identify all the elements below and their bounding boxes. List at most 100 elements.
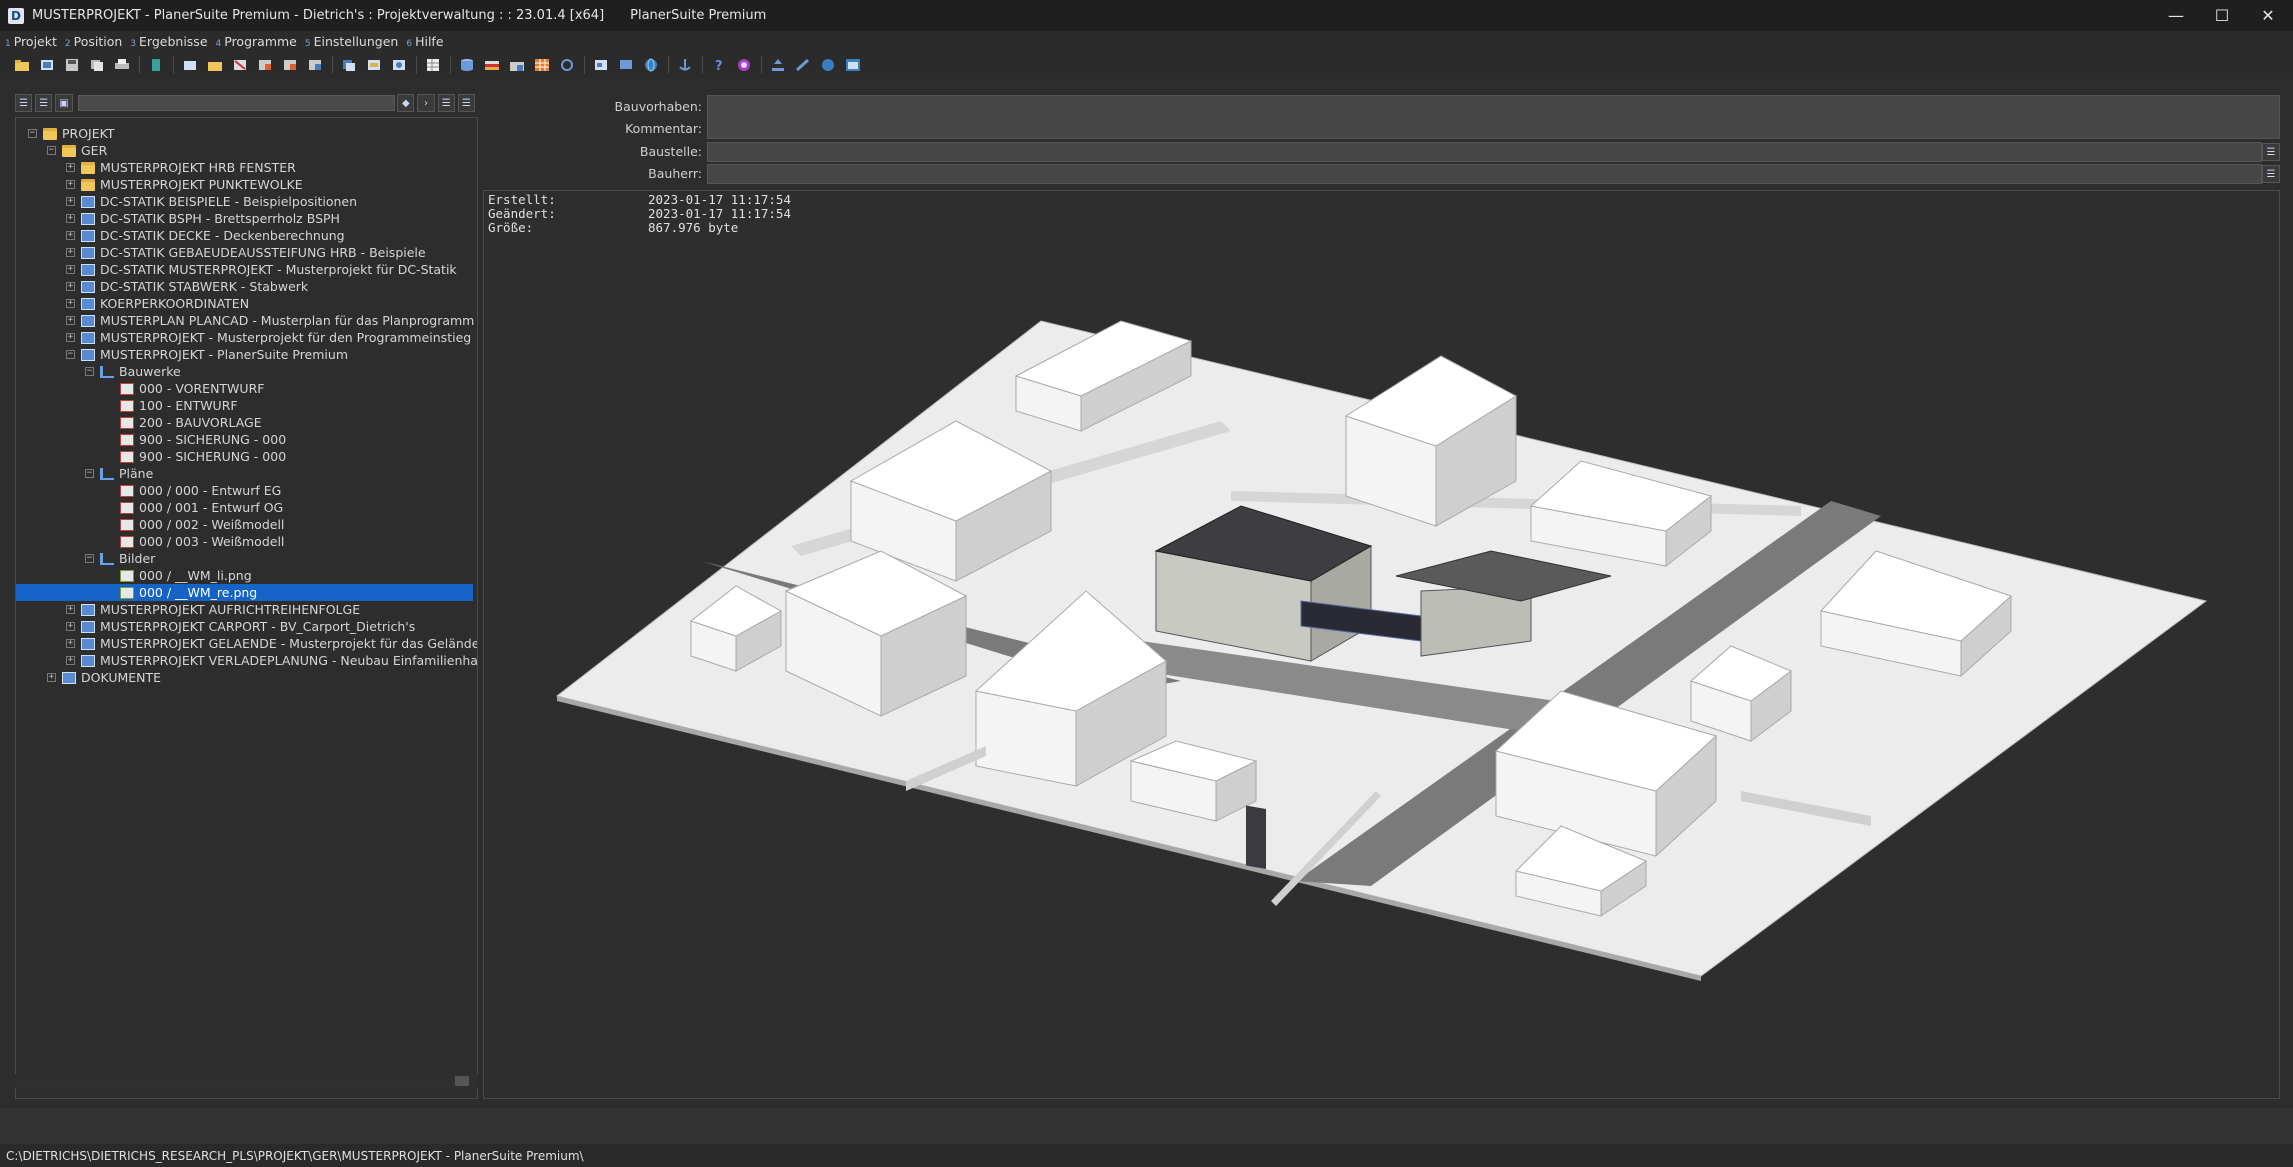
- layers-button[interactable]: [339, 56, 358, 75]
- help-button[interactable]: ?: [709, 56, 728, 75]
- support-button[interactable]: [734, 56, 753, 75]
- expand-toggle-icon[interactable]: +: [66, 265, 75, 274]
- expand-toggle-icon[interactable]: +: [66, 180, 75, 189]
- tree-node-plaene[interactable]: − Pläne: [85, 465, 153, 482]
- collapse-toggle-icon[interactable]: −: [47, 146, 56, 155]
- tree-node-ger[interactable]: − GER: [47, 142, 107, 159]
- expand-toggle-icon[interactable]: +: [47, 673, 56, 682]
- bauherr-picker-button[interactable]: ☰: [2262, 165, 2280, 183]
- collapse-all-button[interactable]: ☰: [35, 94, 53, 112]
- baustelle-picker-button[interactable]: ☰: [2262, 143, 2280, 161]
- expand-toggle-icon[interactable]: +: [66, 299, 75, 308]
- close-button[interactable]: ✕: [2245, 0, 2291, 31]
- expand-all-button[interactable]: ☰: [15, 94, 33, 112]
- tree-item[interactable]: + MUSTERPROJEKT GELAENDE - Musterprojekt …: [66, 635, 477, 652]
- menu-projekt[interactable]: 1 Projekt: [5, 34, 57, 49]
- print-button[interactable]: [112, 56, 131, 75]
- collapse-toggle-icon[interactable]: −: [85, 367, 94, 376]
- tree-item[interactable]: + DC-STATIK BEISPIELE - Beispielpositione…: [66, 193, 357, 210]
- bauvorhaben-field[interactable]: [707, 95, 2280, 139]
- tree-item[interactable]: 000 / 002 - Weißmodell: [120, 516, 284, 533]
- upload-button[interactable]: [768, 56, 787, 75]
- menu-hilfe[interactable]: 6 Hilfe: [406, 34, 443, 49]
- tree-item-selected[interactable]: 000 / __WM_re.png: [16, 584, 473, 601]
- next-button[interactable]: ›: [417, 94, 435, 112]
- open-folder-button[interactable]: [12, 56, 31, 75]
- camera-button[interactable]: ▣: [55, 94, 73, 112]
- database-button[interactable]: [457, 56, 476, 75]
- copy-button[interactable]: [87, 56, 106, 75]
- new-button[interactable]: [180, 56, 199, 75]
- anchor-button[interactable]: [675, 56, 694, 75]
- tree-item[interactable]: + DC-STATIK BSPH - Brettsperrholz BSPH: [66, 210, 340, 227]
- tree-item[interactable]: 900 - SICHERUNG - 000: [120, 448, 286, 465]
- tree-item[interactable]: + MUSTERPROJEKT CARPORT - BV_Carport_Diet…: [66, 618, 415, 635]
- search-web-button[interactable]: [818, 56, 837, 75]
- collapse-toggle-icon[interactable]: −: [66, 350, 75, 359]
- window-button[interactable]: [843, 56, 862, 75]
- screen-button[interactable]: [616, 56, 635, 75]
- tree-item[interactable]: 000 / 000 - Entwurf EG: [120, 482, 281, 499]
- expand-toggle-icon[interactable]: +: [66, 197, 75, 206]
- sync-button[interactable]: [557, 56, 576, 75]
- tree-item[interactable]: + MUSTERPROJEKT AUFRICHTREIHENFOLGE: [66, 601, 360, 618]
- search-go-button[interactable]: ◆: [397, 94, 415, 112]
- bauherr-field[interactable]: [707, 164, 2262, 184]
- tree-node-projekt[interactable]: − PROJEKT: [28, 125, 115, 142]
- tree-node-bauwerke[interactable]: − Bauwerke: [85, 363, 181, 380]
- tree-item[interactable]: + DC-STATIK DECKE - Deckenberechnung: [66, 227, 345, 244]
- expand-toggle-icon[interactable]: +: [66, 316, 75, 325]
- tree-item[interactable]: + MUSTERPROJEKT VERLADEPLANUNG - Neubau E…: [66, 652, 477, 669]
- tree-item[interactable]: 200 - BAUVORLAGE: [120, 414, 262, 431]
- scrollbar-thumb[interactable]: [455, 1076, 469, 1086]
- expand-toggle-icon[interactable]: +: [66, 622, 75, 631]
- grid-button[interactable]: [532, 56, 551, 75]
- tree-item-planersuite[interactable]: − MUSTERPROJEKT - PlanerSuite Premium: [66, 346, 348, 363]
- expand-toggle-icon[interactable]: +: [66, 231, 75, 240]
- folder-settings-button[interactable]: [507, 56, 526, 75]
- open-button[interactable]: [205, 56, 224, 75]
- tree-item[interactable]: + MUSTERPROJEKT PUNKTEWOLKE: [66, 176, 303, 193]
- tree-item[interactable]: + DC-STATIK MUSTERPROJEKT - Musterprojekt…: [66, 261, 457, 278]
- tree-item[interactable]: + KOERPERKOORDINATEN: [66, 295, 249, 312]
- project-button[interactable]: [37, 56, 56, 75]
- menu-einstellungen[interactable]: 5 Einstellungen: [305, 34, 398, 49]
- minimize-button[interactable]: —: [2153, 0, 2199, 31]
- bookmark-button[interactable]: [146, 56, 165, 75]
- delete-button[interactable]: [230, 56, 249, 75]
- tree-item[interactable]: 900 - SICHERUNG - 000: [120, 431, 286, 448]
- tree-item[interactable]: 000 / 003 - Weißmodell: [120, 533, 284, 550]
- tree-item[interactable]: + MUSTERPROJEKT - Musterprojekt für den P…: [66, 329, 471, 346]
- tree-options-button[interactable]: ☰: [437, 94, 455, 112]
- tree-item[interactable]: 000 / __WM_li.png: [120, 567, 252, 584]
- tree-item[interactable]: + DC-STATIK GEBAEUDEAUSSTEIFUNG HRB - Bei…: [66, 244, 426, 261]
- expand-toggle-icon[interactable]: +: [66, 163, 75, 172]
- expand-toggle-icon[interactable]: +: [66, 248, 75, 257]
- tree-node-dokumente[interactable]: + DOKUMENTE: [47, 669, 161, 686]
- collapse-toggle-icon[interactable]: −: [28, 129, 37, 138]
- menu-programme[interactable]: 4 Programme: [216, 34, 297, 49]
- menu-ergebnisse[interactable]: 3 Ergebnisse: [130, 34, 207, 49]
- tree-item[interactable]: + MUSTERPROJEKT HRB FENSTER: [66, 159, 296, 176]
- tree-item[interactable]: 100 - ENTWURF: [120, 397, 238, 414]
- expand-toggle-icon[interactable]: +: [66, 656, 75, 665]
- export-button[interactable]: [280, 56, 299, 75]
- tree-search-input[interactable]: [77, 95, 396, 111]
- tools-button[interactable]: [793, 56, 812, 75]
- tree-item[interactable]: 000 - VORENTWURF: [120, 380, 264, 397]
- expand-toggle-icon[interactable]: +: [66, 282, 75, 291]
- baustelle-field[interactable]: [707, 142, 2262, 162]
- maximize-button[interactable]: ☐: [2199, 0, 2245, 31]
- transfer-button[interactable]: [591, 56, 610, 75]
- tree-node-bilder[interactable]: − Bilder: [85, 550, 155, 567]
- expand-toggle-icon[interactable]: +: [66, 214, 75, 223]
- tree-sort-button[interactable]: ☰: [457, 94, 475, 112]
- import-button[interactable]: [305, 56, 324, 75]
- tree-horizontal-scrollbar[interactable]: [15, 1074, 478, 1088]
- archive-button[interactable]: [364, 56, 383, 75]
- tree-item[interactable]: + MUSTERPLAN PLANCAD - Musterplan für das…: [66, 312, 474, 329]
- expand-toggle-icon[interactable]: +: [66, 605, 75, 614]
- link-button[interactable]: [389, 56, 408, 75]
- table-button[interactable]: [423, 56, 442, 75]
- tree-item[interactable]: + DC-STATIK STABWERK - Stabwerk: [66, 278, 308, 295]
